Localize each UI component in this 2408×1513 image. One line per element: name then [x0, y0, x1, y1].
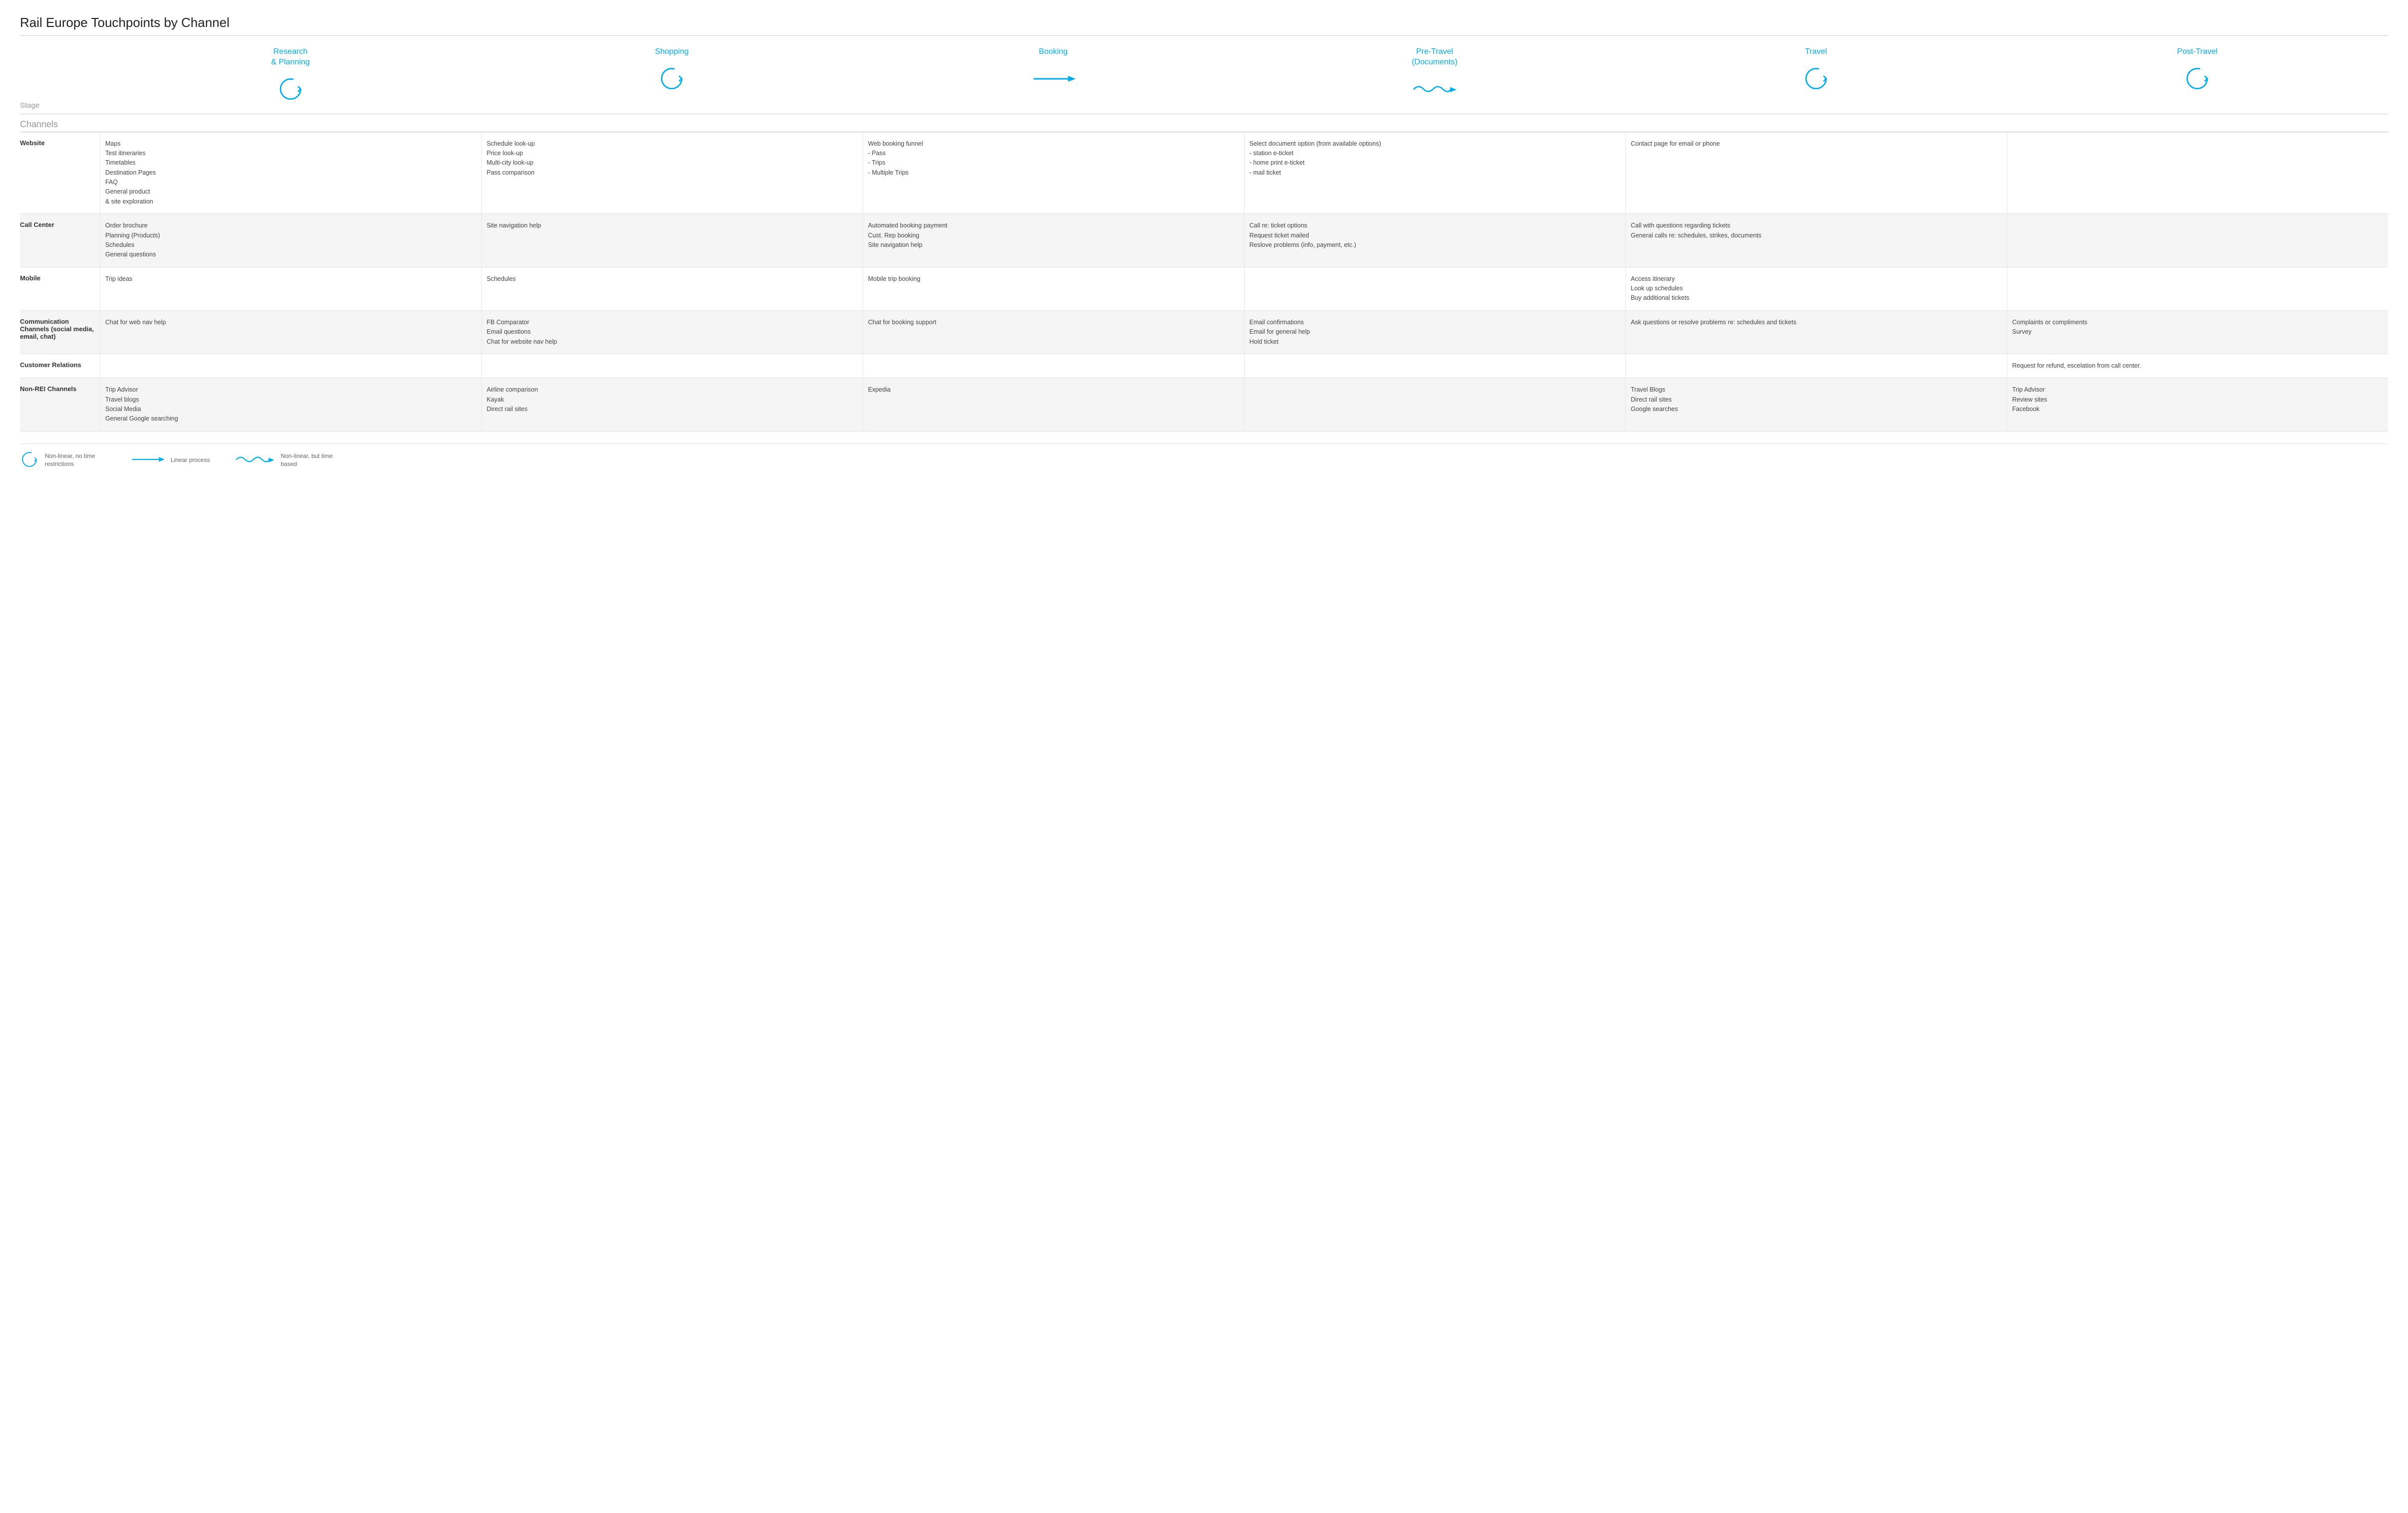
cell-0-3: Select document option (from available o…	[1244, 132, 1626, 215]
cell-4-4	[1625, 354, 2007, 378]
cell-1-1: Site navigation help	[481, 214, 863, 267]
cell-5-3	[1244, 378, 1626, 432]
legend-text-1: Linear process	[171, 456, 210, 464]
stage-label: Stage	[20, 101, 39, 110]
cell-3-3: Email confirmations Email for general he…	[1244, 311, 1626, 354]
cell-5-4: Travel Blogs Direct rail sites Google se…	[1625, 378, 2007, 432]
legend-item-2: Non-linear, but time based	[235, 452, 341, 469]
cell-1-3: Call re: ticket options Request ticket m…	[1244, 214, 1626, 267]
stage-name-posttravel: Post-Travel	[2011, 47, 2385, 57]
legend-item-0: Non-linear, no time restrictions	[20, 450, 105, 470]
row-label-2: Mobile	[20, 267, 100, 311]
legend-text-2: Non-linear, but time based	[281, 452, 341, 469]
cell-3-1: FB Comparator Email questions Chat for w…	[481, 311, 863, 354]
legend-icon-circle-0	[20, 450, 39, 470]
page-title: Rail Europe Touchpoints by Channel	[20, 15, 2388, 36]
cell-5-2: Expedia	[863, 378, 1244, 432]
stage-icon-pretravel	[1248, 72, 1622, 107]
stage-cell-travel: Travel	[1625, 44, 2007, 114]
cell-4-2	[863, 354, 1244, 378]
cell-2-1: Schedules	[481, 267, 863, 311]
legend-text-0: Non-linear, no time restrictions	[45, 452, 105, 469]
row-label-4: Customer Relations	[20, 354, 100, 378]
cell-2-4: Access itinerary Look up schedules Buy a…	[1625, 267, 2007, 311]
legend-item-1: Linear process	[130, 454, 210, 466]
cell-2-5	[2007, 267, 2389, 311]
stage-icon-posttravel	[2011, 61, 2385, 96]
cell-0-1: Schedule look-up Price look-up Multi-cit…	[481, 132, 863, 215]
cell-2-2: Mobile trip booking	[863, 267, 1244, 311]
cell-1-4: Call with questions regarding tickets Ge…	[1625, 214, 2007, 267]
stage-icon-research	[104, 72, 477, 107]
stage-cell-shopping: Shopping	[481, 44, 863, 114]
cell-0-0: Maps Test itineraries Timetables Destina…	[100, 132, 481, 215]
cell-4-3	[1244, 354, 1626, 378]
cell-0-5	[2007, 132, 2389, 215]
legend-icon-arrow-1	[130, 454, 165, 466]
stage-icon-shopping	[485, 61, 859, 96]
cell-5-1: Airline comparison Kayak Direct rail sit…	[481, 378, 863, 432]
main-table: ChannelsWebsiteMaps Test itineraries Tim…	[20, 114, 2388, 432]
legend: Non-linear, no time restrictions Linear …	[20, 443, 2388, 470]
legend-icon-wave-2	[235, 452, 275, 468]
row-label-1: Call Center	[20, 214, 100, 267]
stage-cell-booking: Booking	[863, 44, 1244, 114]
stage-name-shopping: Shopping	[485, 47, 859, 57]
row-label-0: Website	[20, 132, 100, 215]
stage-cell-research: Research & Planning	[100, 44, 481, 114]
row-label-5: Non-REI Channels	[20, 378, 100, 432]
stage-cell-posttravel: Post-Travel	[2007, 44, 2389, 114]
stage-header: Stage Research & Planning Shopping Booki…	[20, 44, 2388, 114]
cell-1-2: Automated booking payment Cust. Rep book…	[863, 214, 1244, 267]
stage-cell-pretravel: Pre-Travel (Documents)	[1244, 44, 1626, 114]
channels-label: Channels	[20, 116, 2388, 132]
stage-name-booking: Booking	[867, 47, 1240, 57]
cell-3-5: Complaints or compliments Survey	[2007, 311, 2389, 354]
cell-2-0: Trip ideas	[100, 267, 481, 311]
row-label-3: Communication Channels (social media, em…	[20, 311, 100, 354]
cell-1-5	[2007, 214, 2389, 267]
cell-5-5: Trip Advisor Review sites Facebook	[2007, 378, 2389, 432]
stage-name-pretravel: Pre-Travel (Documents)	[1248, 47, 1622, 68]
stage-icon-booking	[867, 61, 1240, 96]
stage-name-travel: Travel	[1629, 47, 2003, 57]
cell-0-4: Contact page for email or phone	[1625, 132, 2007, 215]
cell-4-5: Request for refund, escelation from call…	[2007, 354, 2389, 378]
cell-4-1	[481, 354, 863, 378]
stage-icon-travel	[1629, 61, 2003, 96]
cell-1-0: Order brochure Planning (Products) Sched…	[100, 214, 481, 267]
cell-3-0: Chat for web nav help	[100, 311, 481, 354]
stage-name-research: Research & Planning	[104, 47, 477, 68]
cell-4-0	[100, 354, 481, 378]
cell-3-4: Ask questions or resolve problems re: sc…	[1625, 311, 2007, 354]
cell-0-2: Web booking funnel - Pass - Trips - Mult…	[863, 132, 1244, 215]
cell-5-0: Trip Advisor Travel blogs Social Media G…	[100, 378, 481, 432]
cell-2-3	[1244, 267, 1626, 311]
cell-3-2: Chat for booking support	[863, 311, 1244, 354]
